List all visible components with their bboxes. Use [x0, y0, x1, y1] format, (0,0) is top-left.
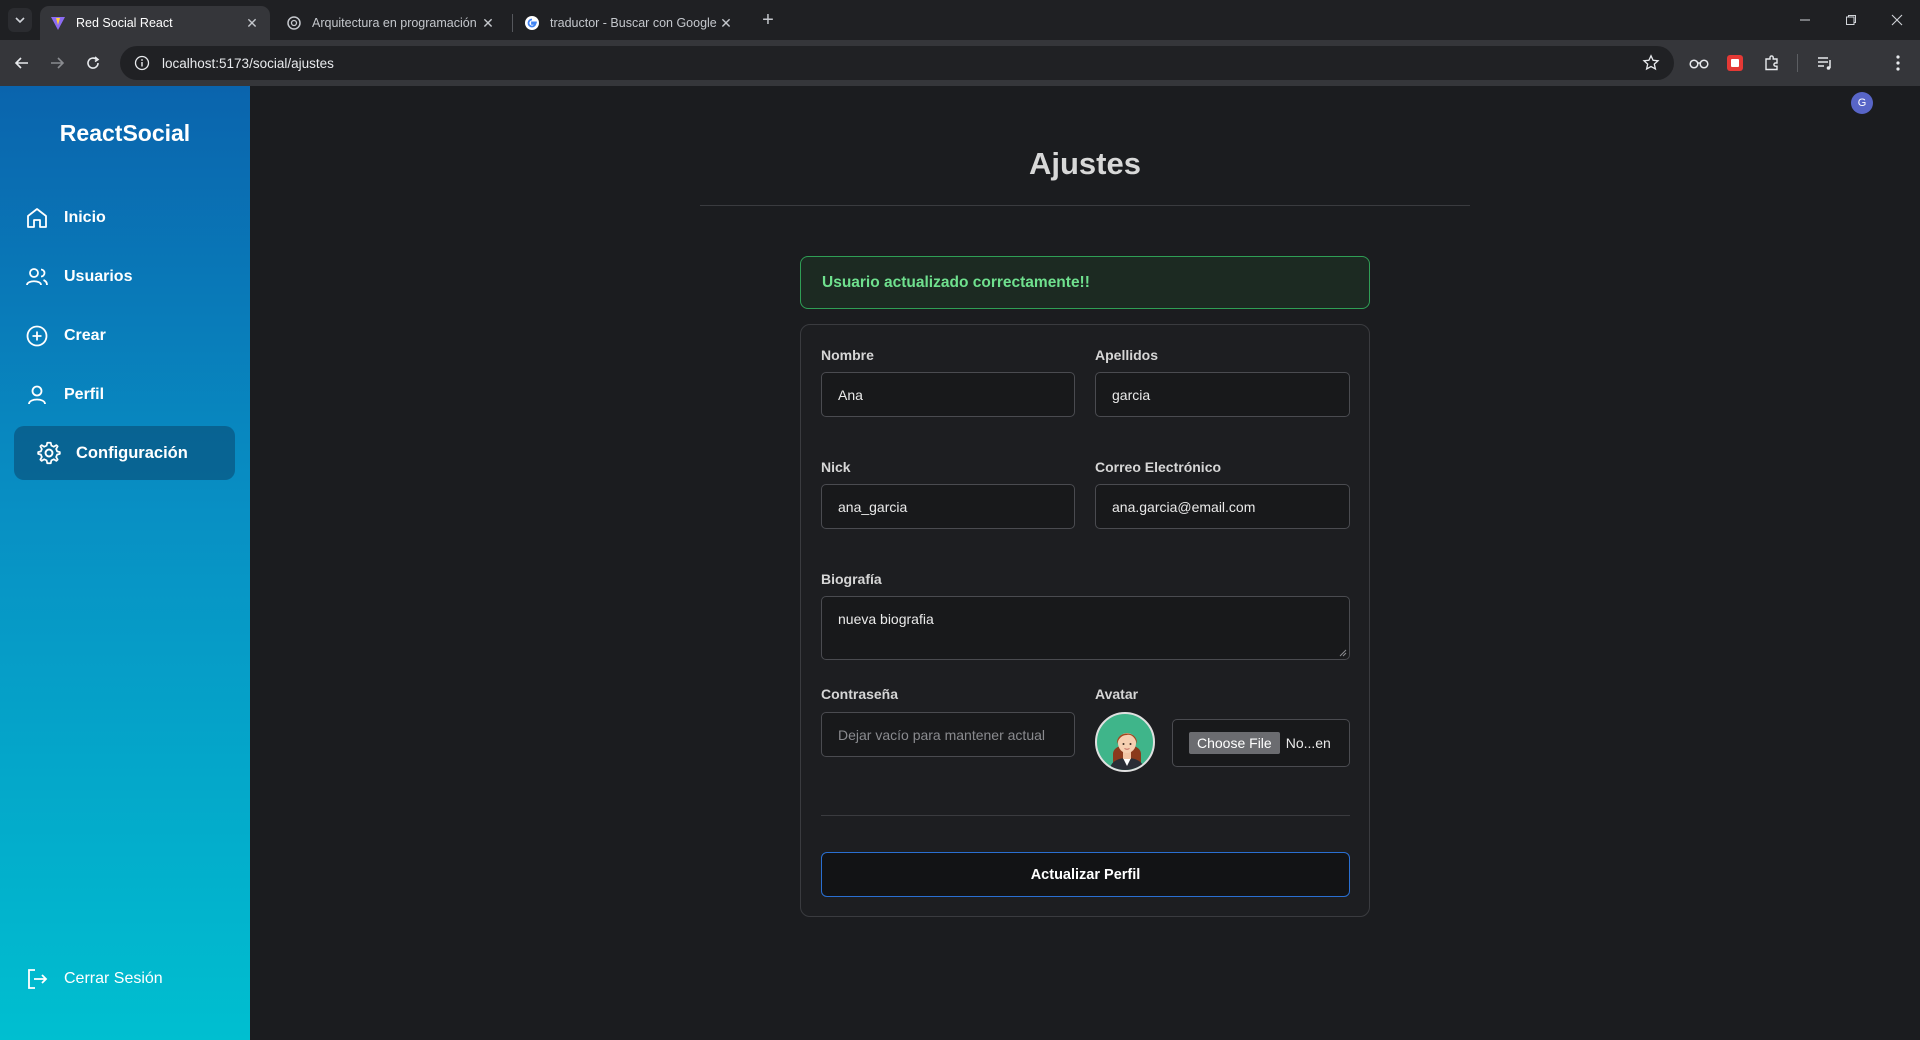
apellidos-label: Apellidos: [1095, 347, 1159, 363]
plus-circle-icon: [24, 323, 50, 349]
sidebar-item-crear[interactable]: Crear: [14, 309, 235, 363]
tab-title: Red Social React: [76, 16, 173, 30]
biografia-textarea[interactable]: nueva biografia: [821, 596, 1350, 660]
close-tab-icon[interactable]: ✕: [480, 15, 496, 31]
tab-title: traductor - Buscar con Google: [550, 16, 717, 30]
close-window-button[interactable]: [1874, 0, 1920, 40]
page-title: Ajustes: [1029, 146, 1141, 181]
password-input[interactable]: Dejar vacío para mantener actual: [821, 712, 1075, 757]
new-tab-button[interactable]: +: [756, 8, 780, 32]
arrow-left-icon: [14, 57, 28, 69]
file-name-text: No...en: [1285, 735, 1331, 751]
restore-button[interactable]: [1828, 0, 1874, 40]
kebab-menu-icon[interactable]: [1886, 51, 1910, 75]
forward-button[interactable]: [45, 51, 69, 75]
reload-button[interactable]: [81, 51, 105, 75]
omnibox[interactable]: localhost:5173/social/ajustes: [120, 46, 1674, 80]
google-icon: [524, 15, 540, 31]
sidebar-item-label: Crear: [64, 327, 106, 344]
nick-input[interactable]: ana_garcia: [821, 484, 1075, 529]
tab-separator: [512, 14, 513, 32]
vite-icon: [50, 15, 66, 31]
close-tab-icon[interactable]: ✕: [244, 15, 260, 31]
sidebar-item-perfil[interactable]: Perfil: [14, 368, 235, 422]
tab-search-button[interactable]: [8, 8, 32, 32]
title-divider: [700, 205, 1470, 206]
brand-logo-text[interactable]: ReactSocial: [0, 120, 250, 147]
avatar-label: Avatar: [1095, 686, 1139, 702]
email-input[interactable]: ana.garcia@email.com: [1095, 484, 1350, 529]
tab-arquitectura[interactable]: Arquitectura en programación ✕: [276, 6, 506, 40]
nombre-label: Nombre: [821, 347, 874, 363]
glasses-extension-icon[interactable]: [1687, 51, 1711, 75]
resize-grip-icon[interactable]: [1339, 649, 1347, 657]
nick-label: Nick: [821, 459, 851, 475]
red-extension-icon[interactable]: [1723, 51, 1747, 75]
logout-button[interactable]: Cerrar Sesión: [14, 964, 163, 994]
gear-icon: [36, 440, 62, 466]
profile-avatar[interactable]: G: [1851, 92, 1873, 114]
arrow-right-icon: [51, 57, 65, 69]
tab-traductor[interactable]: traductor - Buscar con Google ✕: [514, 6, 744, 40]
puzzle-extensions-icon[interactable]: [1760, 51, 1784, 75]
nombre-input[interactable]: Ana: [821, 372, 1075, 417]
logout-label: Cerrar Sesión: [64, 970, 163, 987]
tab-red-social-react[interactable]: Red Social React ✕: [40, 6, 270, 40]
apellidos-input[interactable]: garcia: [1095, 372, 1350, 417]
address-bar-row: localhost:5173/social/ajustes G: [0, 40, 1920, 114]
bookmark-star-icon[interactable]: [1642, 54, 1660, 77]
chevron-down-icon: [15, 17, 25, 24]
sidebar-item-label: Usuarios: [64, 268, 133, 285]
sidebar-item-inicio[interactable]: Inicio: [14, 191, 235, 245]
close-tab-icon[interactable]: ✕: [718, 15, 734, 31]
minimize-button[interactable]: [1782, 0, 1828, 40]
sidebar-item-usuarios[interactable]: Usuarios: [14, 250, 235, 304]
home-icon: [24, 205, 50, 231]
user-icon: [24, 382, 50, 408]
toolbar-separator: [1797, 54, 1798, 72]
avatar-file-input[interactable]: Choose File No...en: [1172, 719, 1350, 767]
logout-icon: [24, 966, 50, 992]
sidebar-item-configuracion[interactable]: Configuración: [14, 426, 235, 480]
success-alert: Usuario actualizado correctamente!!: [800, 256, 1370, 309]
reload-icon: [87, 56, 100, 69]
sidebar-item-label: Inicio: [64, 209, 106, 226]
choose-file-button[interactable]: Choose File: [1189, 732, 1280, 754]
back-button[interactable]: [10, 51, 34, 75]
update-profile-button[interactable]: Actualizar Perfil: [821, 852, 1350, 897]
users-icon: [24, 264, 50, 290]
biografia-label: Biografía: [821, 571, 882, 587]
minimize-icon: [1800, 19, 1810, 21]
url-text: localhost:5173/social/ajustes: [162, 55, 334, 71]
sidebar-item-label: Configuración: [76, 443, 188, 462]
sidebar: ReactSocial Inicio Usuarios Crear Perfil…: [0, 86, 250, 1040]
site-info-icon[interactable]: [130, 55, 154, 71]
restore-icon: [1846, 15, 1856, 25]
avatar: [1095, 712, 1155, 772]
avatar-person-illustration: [1109, 733, 1145, 770]
password-label: Contraseña: [821, 686, 899, 702]
openai-icon: [286, 15, 302, 31]
media-queue-icon[interactable]: [1813, 51, 1837, 75]
email-label: Correo Electrónico: [1095, 459, 1222, 475]
sidebar-item-label: Perfil: [64, 386, 105, 403]
browser-tab-bar: Red Social React ✕ Arquitectura en progr…: [0, 0, 1920, 40]
tab-title: Arquitectura en programación: [312, 16, 477, 30]
close-icon: [1891, 14, 1903, 26]
biografia-text: nueva biografia: [838, 611, 934, 627]
form-divider: [821, 815, 1350, 816]
settings-form: Nombre Ana Apellidos garcia Nick ana_gar…: [800, 324, 1370, 917]
